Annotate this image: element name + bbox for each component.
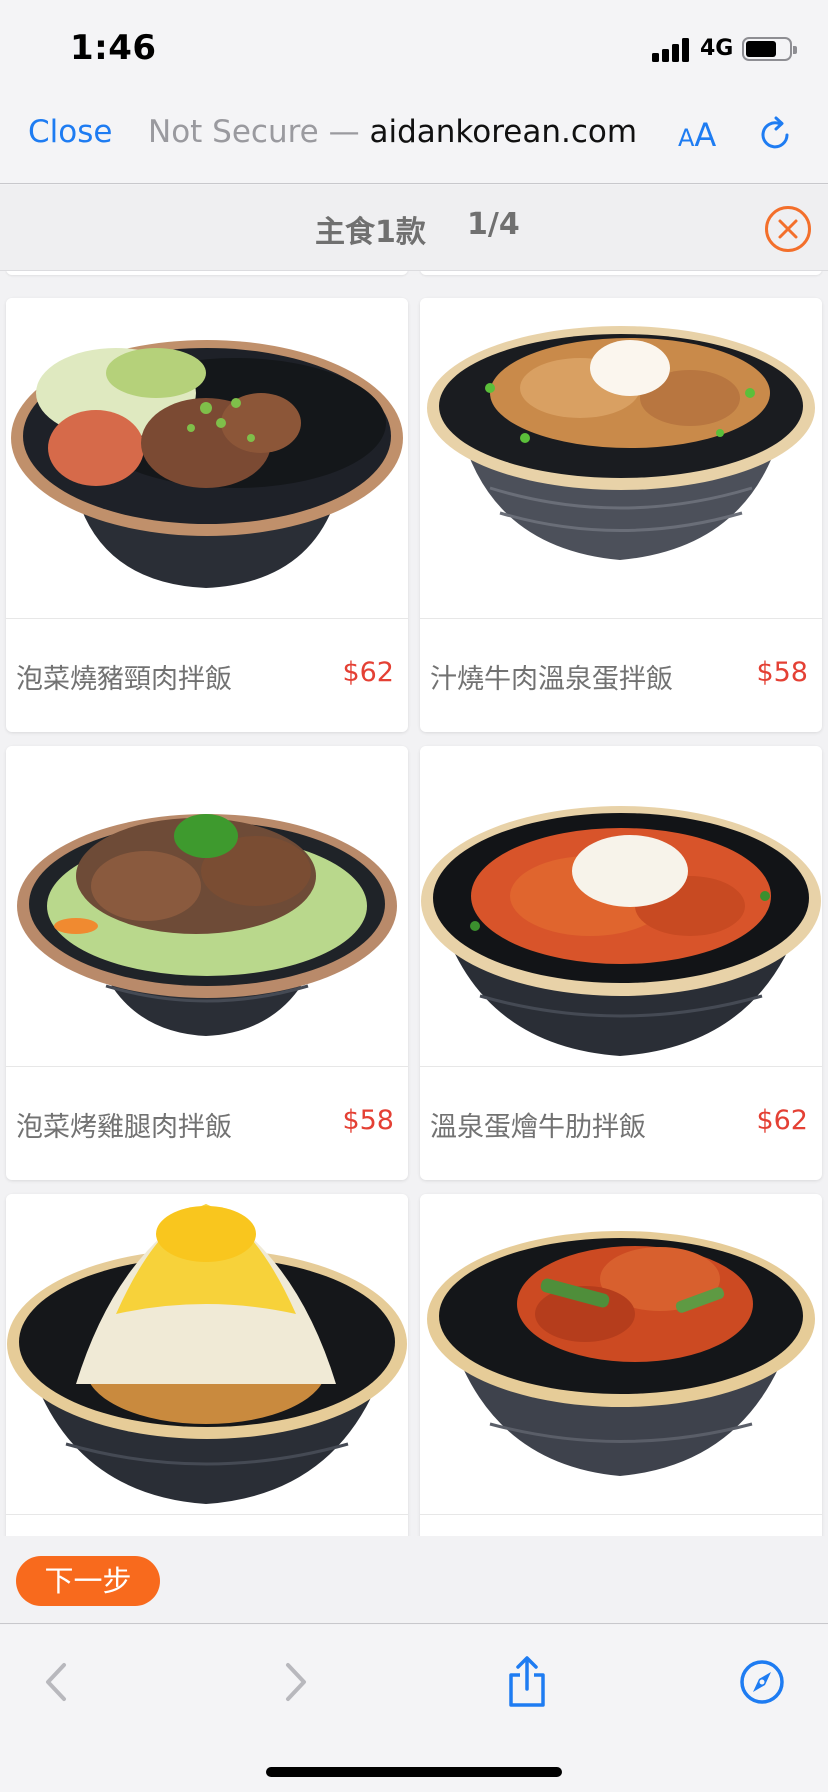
item-price: $58 [342, 1105, 394, 1136]
next-step-button[interactable]: 下一步 [16, 1556, 160, 1606]
share-icon[interactable] [503, 1655, 551, 1709]
cellular-signal-icon [652, 38, 692, 62]
step-footer: 下一步 [0, 1536, 828, 1624]
dish-image [6, 298, 408, 618]
menu-item-info: 泡菜烤雞腿肉拌飯 $58 [6, 1066, 408, 1180]
item-price: $62 [342, 657, 394, 688]
menu-item-info: 溫泉蛋燴牛肋拌飯 $62 [420, 1066, 822, 1180]
previous-card-edge [420, 271, 822, 275]
menu-item-info: 汁燒牛肉溫泉蛋拌飯 $58 [420, 618, 822, 732]
dish-image [420, 298, 822, 618]
menu-item-info [6, 1514, 408, 1536]
item-price: $58 [756, 657, 808, 688]
screen: 1:46 4G Close Not Secure — aidankorean.c… [0, 0, 828, 1792]
aa-big-label: A [694, 116, 717, 154]
menu-item-card[interactable]: 汁燒牛肉溫泉蛋拌飯 $58 [420, 298, 822, 732]
forward-arrow-icon[interactable] [270, 1655, 318, 1709]
battery-level [746, 41, 776, 57]
menu-item-card[interactable]: 溫泉蛋燴牛肋拌飯 $62 [420, 746, 822, 1180]
previous-card-edge [6, 271, 408, 275]
browser-toolbar [0, 1625, 828, 1792]
network-type: 4G [700, 36, 734, 61]
home-indicator [266, 1767, 562, 1777]
item-price: $62 [756, 1105, 808, 1136]
menu-item-card[interactable] [420, 1194, 822, 1536]
dish-image [6, 746, 408, 1066]
status-bar: 1:46 4G [0, 0, 828, 94]
menu-item-card[interactable] [6, 1194, 408, 1536]
close-circle-icon[interactable] [764, 205, 812, 253]
reader-text-size-button[interactable]: AA [678, 116, 716, 154]
menu-item-info [420, 1514, 822, 1536]
not-secure-label: Not Secure — [148, 114, 370, 150]
back-arrow-icon[interactable] [34, 1655, 82, 1709]
item-name: 溫泉蛋燴牛肋拌飯 [430, 1112, 646, 1143]
item-name: 泡菜燒豬頸肉拌飯 [16, 664, 232, 695]
modal-title: 主食1款 [315, 215, 426, 250]
browser-address-bar: Close Not Secure — aidankorean.com AA [0, 94, 828, 184]
reload-icon[interactable] [756, 114, 796, 154]
item-name: 泡菜烤雞腿肉拌飯 [16, 1112, 232, 1143]
menu-item-card[interactable]: 泡菜烤雞腿肉拌飯 $58 [6, 746, 408, 1180]
dish-image [420, 746, 822, 1066]
menu-grid: 泡菜燒豬頸肉拌飯 $62 汁燒牛肉溫泉蛋拌飯 $58 泡菜烤雞腿肉拌飯 $58 … [0, 271, 828, 1536]
dish-image [6, 1194, 408, 1514]
close-button[interactable]: Close [28, 114, 112, 150]
dish-image [420, 1194, 822, 1514]
url-field[interactable]: Not Secure — aidankorean.com [148, 114, 637, 150]
aa-small-label: A [678, 124, 695, 152]
modal-header: 主食1款 1/4 [0, 185, 828, 271]
menu-item-info: 泡菜燒豬頸肉拌飯 $62 [6, 618, 408, 732]
menu-item-card[interactable]: 泡菜燒豬頸肉拌飯 $62 [6, 298, 408, 732]
compass-safari-icon[interactable] [738, 1655, 786, 1709]
url-domain: aidankorean.com [369, 114, 638, 150]
status-time: 1:46 [70, 28, 157, 68]
item-name: 汁燒牛肉溫泉蛋拌飯 [430, 664, 673, 695]
battery-icon [742, 37, 797, 61]
modal-page-indicator: 1/4 [467, 207, 520, 242]
